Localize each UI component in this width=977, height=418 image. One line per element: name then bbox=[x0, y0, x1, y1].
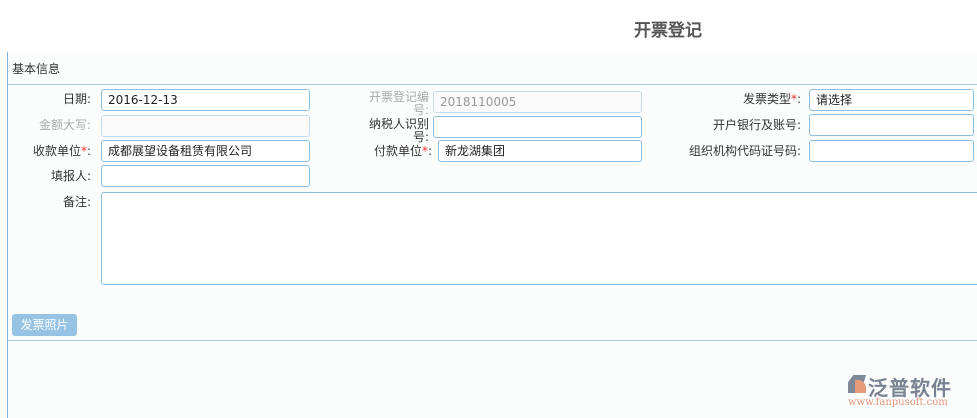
filled-by-label: 填报人: bbox=[50, 169, 91, 183]
fanpu-logo: 泛普软件 www.fanpusoft.com bbox=[848, 372, 973, 412]
invoice-type-select[interactable]: 请选择 bbox=[809, 89, 974, 111]
section-header: 基本信息 bbox=[8, 52, 977, 85]
payer-label: 付款单位*: bbox=[373, 144, 432, 158]
basic-info-panel: 基本信息 日期: 2016-12-13 开票登记编 号: 2018110005 发… bbox=[7, 52, 977, 418]
org-code-label: 组织机构代码证号码: bbox=[688, 144, 801, 158]
amount-words-input[interactable] bbox=[101, 115, 310, 137]
payee-input[interactable]: 成都展望设备租赁有限公司 bbox=[101, 140, 310, 162]
invoice-no-input[interactable]: 2018110005 bbox=[433, 91, 642, 113]
filled-by-input[interactable] bbox=[101, 165, 310, 187]
bank-account-input[interactable] bbox=[809, 114, 974, 136]
date-input[interactable]: 2016-12-13 bbox=[101, 89, 310, 111]
divider bbox=[8, 340, 977, 341]
invoice-type-label: 发票类型*: bbox=[742, 92, 801, 106]
amount-words-label: 金额大写: bbox=[38, 118, 91, 132]
page-title: 开票登记 bbox=[634, 21, 702, 41]
bank-account-label: 开户银行及账号: bbox=[712, 118, 801, 132]
payee-label: 收款单位*: bbox=[32, 144, 91, 158]
logo-mark-accent-icon bbox=[855, 380, 866, 393]
payer-input[interactable]: 新龙湖集团 bbox=[438, 140, 642, 162]
remark-label: 备注: bbox=[62, 195, 91, 209]
taxpayer-id-label: 纳税人识别 号: bbox=[368, 117, 429, 144]
taxpayer-id-input[interactable] bbox=[433, 116, 642, 138]
remark-textarea[interactable] bbox=[101, 192, 977, 285]
invoice-photo-button[interactable]: 发票照片 bbox=[12, 314, 77, 336]
logo-url: www.fanpusoft.com bbox=[848, 397, 948, 408]
invoice-no-label: 开票登记编 号: bbox=[368, 90, 429, 117]
date-label: 日期: bbox=[62, 92, 91, 106]
org-code-input[interactable] bbox=[809, 140, 974, 162]
